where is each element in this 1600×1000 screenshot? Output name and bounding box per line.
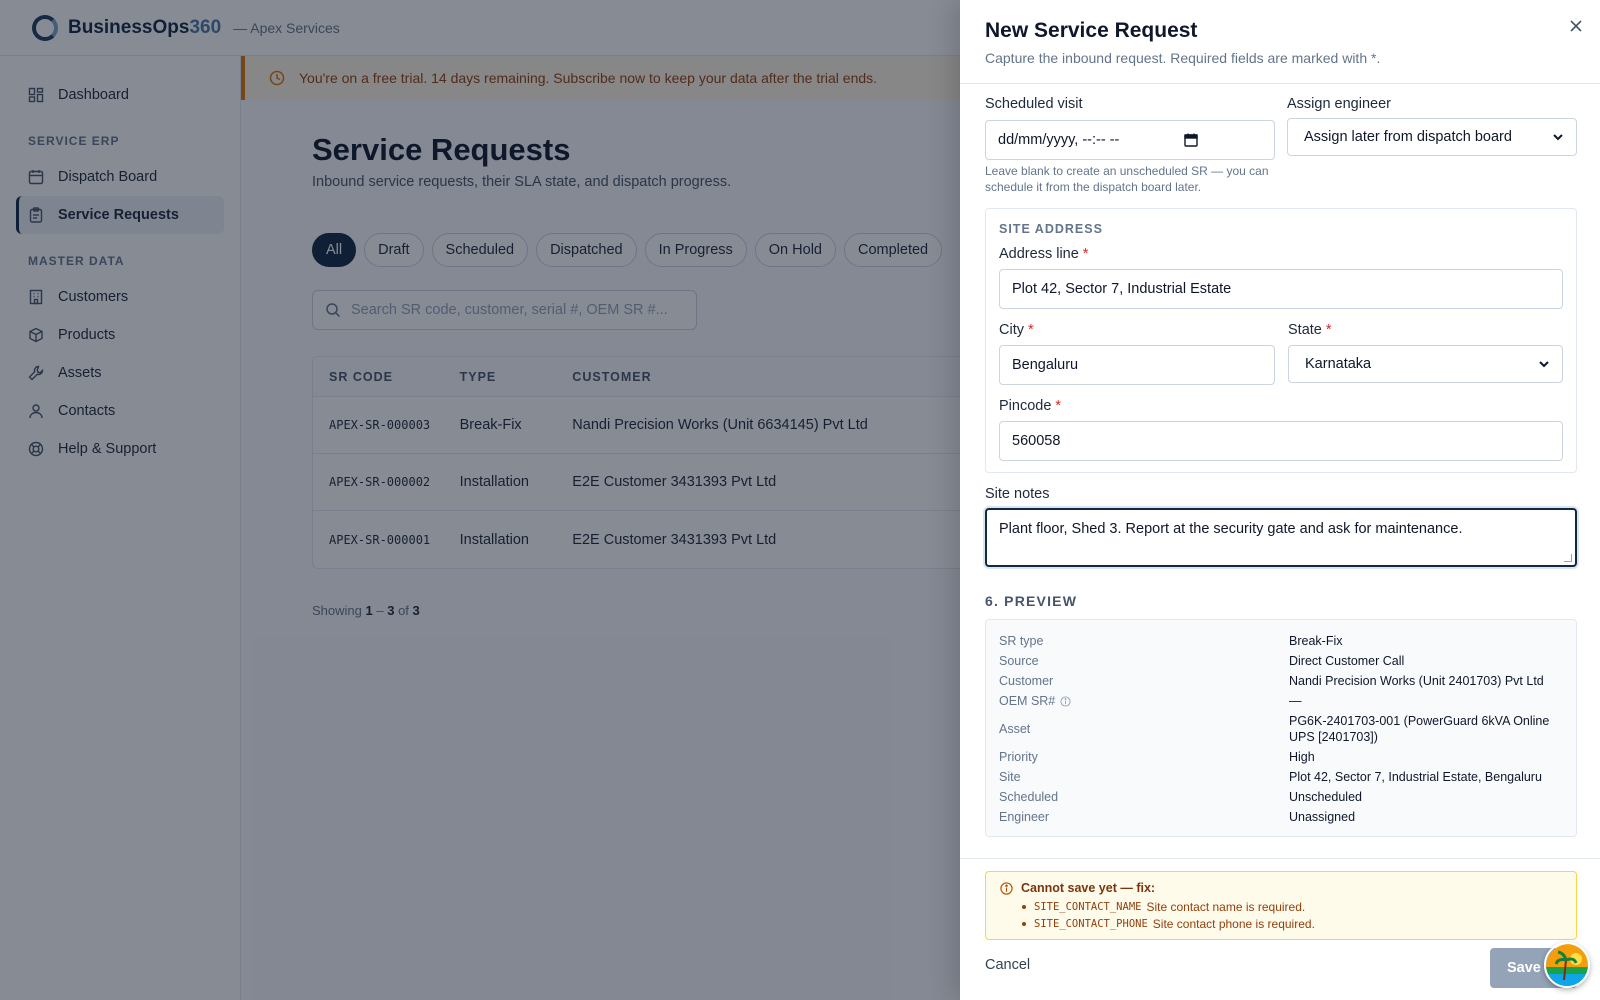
preview-row-engineer: Engineer Unassigned xyxy=(999,810,1356,824)
drawer-title: New Service Request xyxy=(985,19,1198,42)
chevron-down-icon xyxy=(1552,131,1564,143)
cancel-button[interactable]: Cancel xyxy=(985,957,1030,973)
pincode-value: 560058 xyxy=(1012,433,1061,449)
validation-error-item: SITE_CONTACT_PHONE Site contact phone is … xyxy=(1022,917,1315,931)
scheduled-visit-input[interactable]: dd/mm/yyyy, --:-- -- xyxy=(985,120,1275,160)
state-label: State * xyxy=(1288,322,1332,338)
required-marker: * xyxy=(1082,246,1089,262)
chevron-down-icon xyxy=(1538,358,1550,370)
site-notes-label: Site notes xyxy=(985,486,1050,502)
scheduled-visit-value: dd/mm/yyyy, --:-- -- xyxy=(998,132,1120,148)
site-address-caption: SITE ADDRESS xyxy=(999,222,1103,236)
info-icon[interactable] xyxy=(1060,695,1071,707)
drawer-header: New Service Request Capture the inbound … xyxy=(960,0,1600,84)
pincode-label: Pincode * xyxy=(999,398,1062,414)
preview-row-sr-type: SR type Break-Fix xyxy=(999,634,1343,648)
drawer-subtitle: Capture the inbound request. Required fi… xyxy=(985,50,1381,66)
required-marker: * xyxy=(1027,322,1034,338)
pincode-input[interactable]: 560058 xyxy=(999,421,1563,461)
preview-row-source: Source Direct Customer Call xyxy=(999,654,1405,668)
calendar-picker-icon[interactable] xyxy=(1184,133,1198,147)
close-button[interactable] xyxy=(1564,14,1588,38)
avatar[interactable] xyxy=(1544,942,1590,988)
validation-title: Cannot save yet — fix: xyxy=(1000,881,1155,895)
validation-error-item: SITE_CONTACT_NAME Site contact name is re… xyxy=(1022,900,1305,914)
assign-engineer-value: Assign later from dispatch board xyxy=(1304,129,1512,145)
scheduled-visit-help: Leave blank to create an unscheduled SR … xyxy=(985,164,1269,194)
preview-row-oem-sr: OEM SR# — xyxy=(999,694,1302,708)
preview-row-site: Site Plot 42, Sector 7, Industrial Estate… xyxy=(999,770,1542,784)
required-marker: * xyxy=(1055,398,1062,414)
preview-row-customer: Customer Nandi Precision Works (Unit 2401… xyxy=(999,674,1544,688)
preview-row-priority: Priority High xyxy=(999,750,1315,764)
site-notes-textarea[interactable]: Plant floor, Shed 3. Report at the secur… xyxy=(985,508,1577,567)
close-icon xyxy=(1569,19,1583,33)
preview-panel: SR type Break-Fix Source Direct Customer C… xyxy=(985,619,1577,837)
new-service-request-drawer: New Service Request Capture the inbound … xyxy=(960,0,1600,1000)
preview-section-title: 6. PREVIEW xyxy=(985,593,1078,609)
preview-row-scheduled: Scheduled Unscheduled xyxy=(999,790,1362,804)
validation-errors: Cannot save yet — fix: SITE_CONTACT_NAME… xyxy=(985,871,1577,940)
address-line-label: Address line * xyxy=(999,246,1089,262)
footer-divider xyxy=(960,858,1600,859)
city-value: Bengaluru xyxy=(1012,357,1079,373)
city-label: City * xyxy=(999,322,1034,338)
site-address-section: SITE ADDRESS Address line * Plot 42, Sect… xyxy=(985,208,1577,473)
assign-engineer-label: Assign engineer xyxy=(1287,96,1391,112)
state-value: Karnataka xyxy=(1305,356,1372,372)
required-marker: * xyxy=(1325,322,1332,338)
preview-row-asset: Asset PG6K-2401703-001 (PowerGuard 6kVA O… xyxy=(999,714,1550,744)
address-line-value: Plot 42, Sector 7, Industrial Estate xyxy=(1012,281,1232,297)
scheduled-visit-label: Scheduled visit xyxy=(985,96,1083,112)
assign-engineer-select[interactable]: Assign later from dispatch board xyxy=(1287,118,1577,156)
city-input[interactable]: Bengaluru xyxy=(999,345,1275,385)
address-line-input[interactable]: Plot 42, Sector 7, Industrial Estate xyxy=(999,269,1563,309)
state-select[interactable]: Karnataka xyxy=(1288,345,1563,383)
site-notes-value: Plant floor, Shed 3. Report at the secur… xyxy=(999,521,1463,537)
alert-icon xyxy=(1000,881,1013,895)
resize-handle-icon[interactable] xyxy=(1564,554,1572,562)
